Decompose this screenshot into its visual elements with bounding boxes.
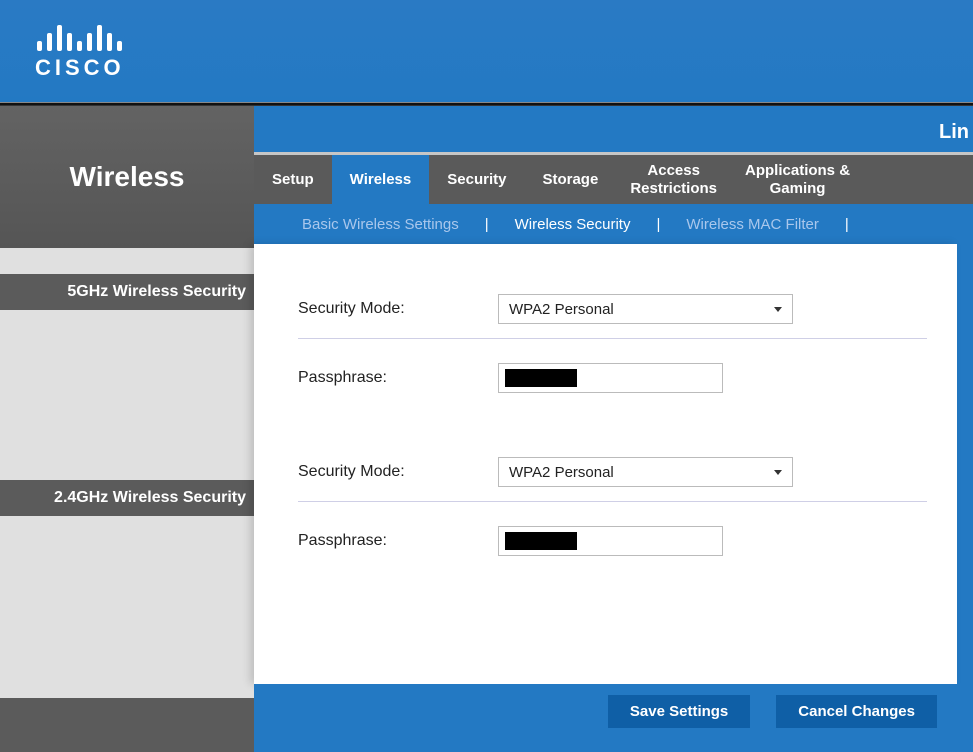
- sub-nav: Basic Wireless Settings | Wireless Secur…: [254, 204, 973, 244]
- chevron-down-icon: [774, 470, 782, 475]
- tab-label: Applications & Gaming: [745, 162, 850, 197]
- masked-value: [505, 369, 577, 387]
- select-24ghz-security-mode[interactable]: WPA2 Personal: [498, 457, 793, 487]
- main-tab-strip: Setup Wireless Security Storage Access R…: [254, 152, 973, 204]
- subnav-wireless-security[interactable]: Wireless Security: [505, 216, 641, 233]
- left-column: Wireless 5GHz Wireless Security 2.4GHz W…: [0, 106, 254, 752]
- subnav-separator: |: [640, 216, 676, 233]
- right-column: Lin Setup Wireless Security Storage Acce…: [254, 106, 973, 752]
- label-24ghz-security-mode: Security Mode:: [298, 463, 498, 481]
- tab-label: Storage: [542, 171, 598, 188]
- tab-applications-gaming[interactable]: Applications & Gaming: [731, 155, 864, 204]
- panel-wrap: Security Mode: WPA2 Personal Passphrase:: [254, 244, 973, 752]
- cisco-bars-icon: [35, 23, 125, 51]
- divider: [298, 338, 927, 339]
- tab-label: Security: [447, 171, 506, 188]
- row-5ghz-security-mode: Security Mode: WPA2 Personal: [298, 288, 927, 330]
- cancel-changes-button[interactable]: Cancel Changes: [776, 695, 937, 728]
- tab-label: Wireless: [350, 171, 412, 188]
- tab-label: Setup: [272, 171, 314, 188]
- device-name-partial: Lin: [939, 121, 969, 144]
- header: CISCO: [0, 0, 973, 102]
- tab-access-restrictions[interactable]: Access Restrictions: [616, 155, 731, 204]
- subnav-separator: |: [829, 216, 865, 233]
- label-5ghz-passphrase: Passphrase:: [298, 369, 498, 387]
- tab-label: Access Restrictions: [630, 162, 717, 197]
- subnav-wireless-mac-filter[interactable]: Wireless MAC Filter: [676, 216, 829, 233]
- input-24ghz-passphrase[interactable]: [498, 526, 723, 556]
- divider: [298, 501, 927, 502]
- row-24ghz-passphrase: Passphrase:: [298, 520, 927, 562]
- label-5ghz-security-mode: Security Mode:: [298, 300, 498, 318]
- tab-wireless[interactable]: Wireless: [332, 155, 430, 204]
- left-spacer: [0, 248, 254, 274]
- cisco-brand-text: CISCO: [35, 57, 125, 79]
- save-settings-button[interactable]: Save Settings: [608, 695, 750, 728]
- select-value: WPA2 Personal: [509, 464, 614, 481]
- chevron-down-icon: [774, 307, 782, 312]
- select-value: WPA2 Personal: [509, 301, 614, 318]
- button-bar: Save Settings Cancel Changes: [254, 684, 973, 738]
- cisco-logo: CISCO: [35, 23, 125, 79]
- subnav-basic-wireless[interactable]: Basic Wireless Settings: [292, 216, 469, 233]
- masked-value: [505, 532, 577, 550]
- label-24ghz-passphrase: Passphrase:: [298, 532, 498, 550]
- tab-setup[interactable]: Setup: [254, 155, 332, 204]
- subnav-separator: |: [469, 216, 505, 233]
- section-label-5ghz: 5GHz Wireless Security: [0, 274, 254, 310]
- left-spacer: [0, 310, 254, 480]
- input-5ghz-passphrase[interactable]: [498, 363, 723, 393]
- row-24ghz-security-mode: Security Mode: WPA2 Personal: [298, 451, 927, 493]
- settings-panel: Security Mode: WPA2 Personal Passphrase:: [254, 244, 957, 684]
- tab-security[interactable]: Security: [429, 155, 524, 204]
- row-5ghz-passphrase: Passphrase:: [298, 357, 927, 399]
- tab-storage[interactable]: Storage: [524, 155, 616, 204]
- section-label-24ghz: 2.4GHz Wireless Security: [0, 480, 254, 516]
- page-title: Wireless: [0, 106, 254, 248]
- device-name-strip: Lin: [254, 106, 973, 152]
- left-bottom-bar: [0, 698, 254, 752]
- select-5ghz-security-mode[interactable]: WPA2 Personal: [498, 294, 793, 324]
